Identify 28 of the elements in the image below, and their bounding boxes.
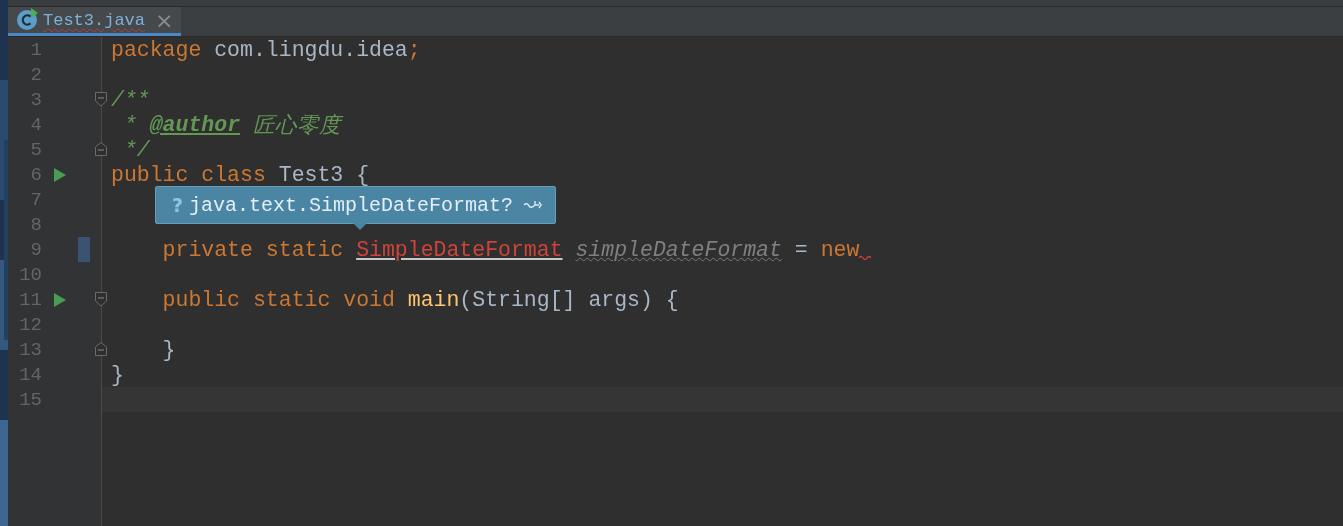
code-text: Test3 {: [278, 162, 370, 187]
code-text: com.lingdu.idea: [214, 37, 408, 62]
unused-field-name: simpleDateFormat: [575, 237, 782, 262]
popup-text: java.text.SimpleDateFormat?: [189, 193, 514, 217]
unresolved-class-name: SimpleDateFormat: [356, 237, 563, 262]
code-text: }: [161, 337, 176, 362]
question-mark-icon: ?: [172, 194, 184, 216]
code-text: }: [111, 362, 124, 387]
import-hint-popup[interactable]: ? java.text.SimpleDateFormat?: [155, 186, 557, 224]
class-file-icon: [16, 8, 39, 32]
doc-tag: @author: [149, 112, 241, 137]
doc-comment: /**: [111, 87, 150, 112]
keyword-text: public static void: [161, 287, 396, 312]
editor-tab[interactable]: Test3.java ×: [8, 7, 182, 36]
code-text: (String[] args) {: [459, 287, 679, 312]
keyword-text: new: [820, 237, 860, 262]
keyword-text: private static: [161, 237, 345, 262]
popup-pointer: [352, 222, 368, 230]
method-name: main: [407, 287, 460, 312]
keyword-text: package: [111, 37, 203, 62]
tab-label: Test3.java: [43, 10, 146, 30]
keyword-text: public class: [111, 162, 267, 187]
enter-key-icon: [523, 200, 544, 210]
doc-comment: */: [122, 137, 150, 162]
doc-comment: *: [122, 112, 138, 137]
code-text: =: [793, 237, 809, 262]
close-icon[interactable]: ×: [155, 7, 174, 33]
keyword-text: ;: [407, 37, 421, 62]
